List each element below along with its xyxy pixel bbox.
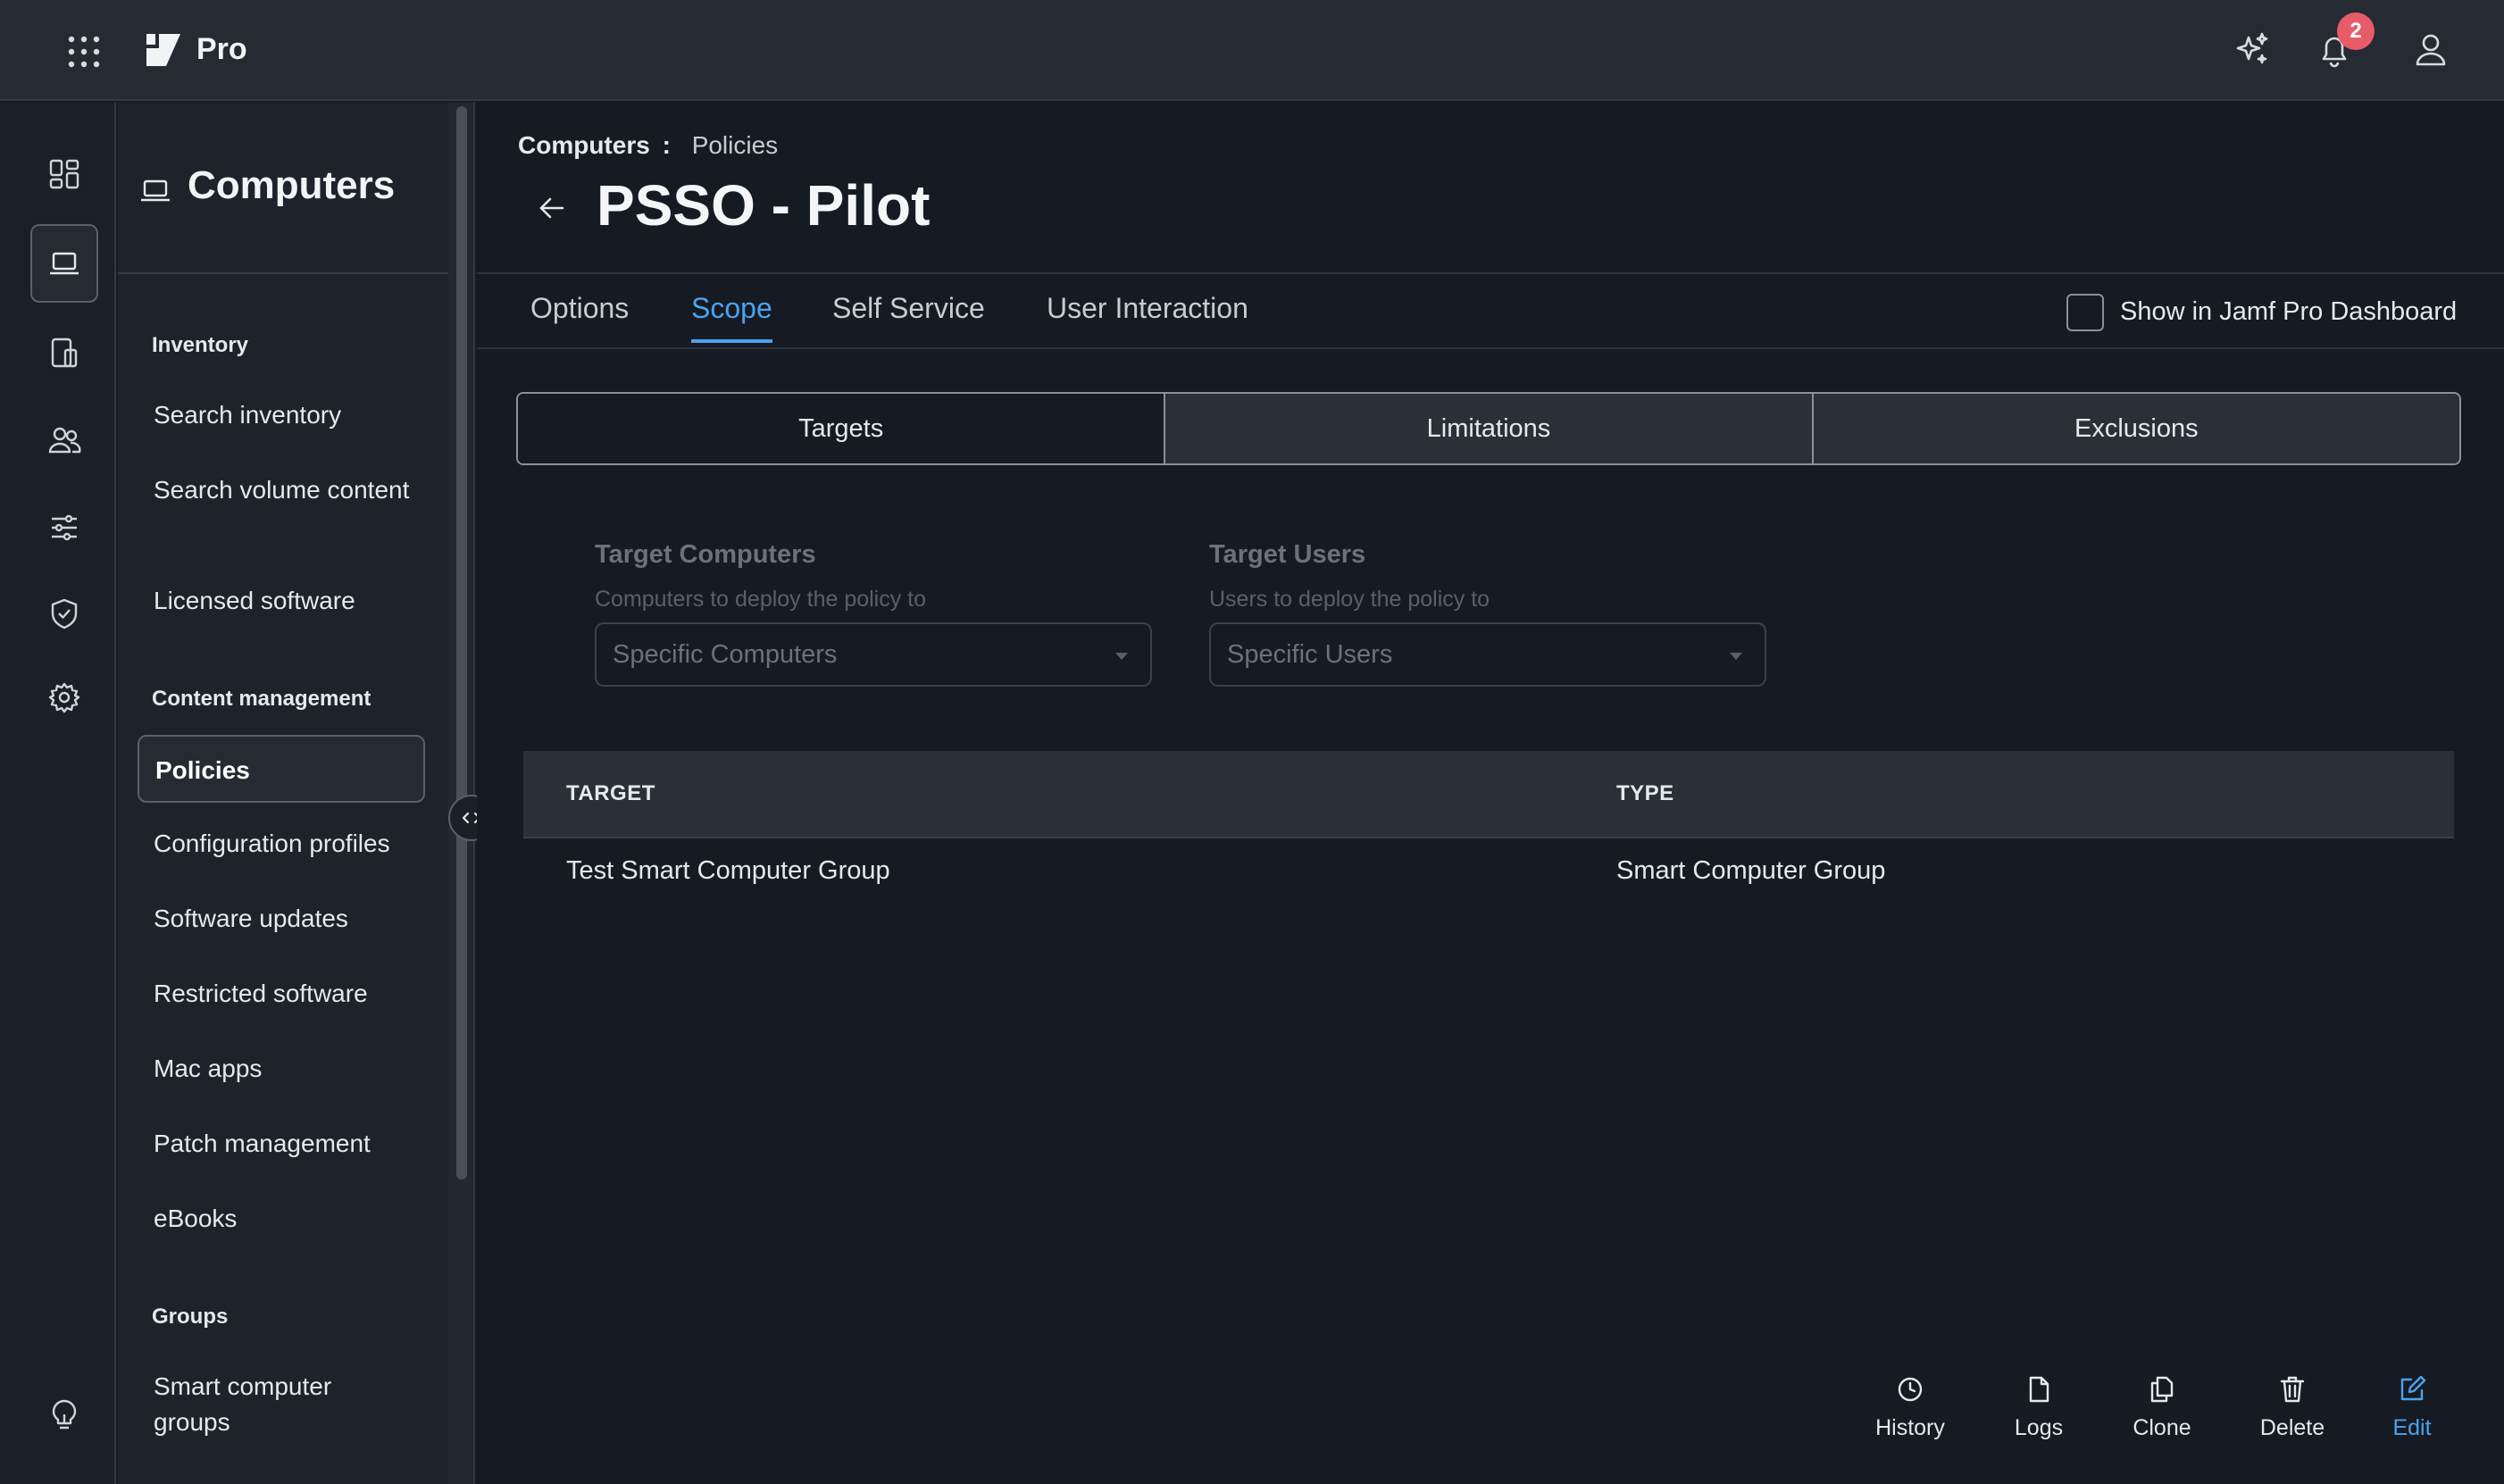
target-users-label: Target Users xyxy=(1209,540,1366,569)
nav-link-patch-management[interactable]: Patch management xyxy=(154,1126,422,1162)
column-header-type[interactable]: TYPE xyxy=(1616,781,1674,806)
rail-settings-sliders[interactable] xyxy=(30,488,98,567)
breadcrumb-current[interactable]: Policies xyxy=(692,131,778,159)
scope-tab-targets[interactable]: Targets xyxy=(518,394,1164,463)
table-header: TARGET TYPE xyxy=(523,751,2454,838)
nav-link-smart-computer-groups[interactable]: Smart computer groups xyxy=(154,1369,359,1440)
column-header-target[interactable]: TARGET xyxy=(566,781,655,806)
target-users-value: Specific Users xyxy=(1227,640,1393,669)
show-in-dashboard-label[interactable]: Show in Jamf Pro Dashboard xyxy=(2120,297,2457,327)
clone-label: Clone xyxy=(2133,1415,2191,1440)
page-title: PSSO - Pilot xyxy=(597,173,931,238)
target-computers-value: Specific Computers xyxy=(613,640,838,669)
rail-tips[interactable] xyxy=(30,1376,98,1455)
section-sidenav: Computers Inventory Search inventory Sea… xyxy=(118,103,448,1484)
gear-icon xyxy=(48,682,80,713)
tab-scope[interactable]: Scope xyxy=(691,292,772,343)
nav-link-licensed-software[interactable]: Licensed software xyxy=(154,583,422,619)
logs-button[interactable]: Logs xyxy=(1981,1374,2097,1441)
target-computers-label: Target Computers xyxy=(595,540,816,569)
cell-target: Test Smart Computer Group xyxy=(566,856,890,885)
breadcrumb-root[interactable]: Computers xyxy=(518,131,650,159)
rail-settings[interactable] xyxy=(30,658,98,737)
back-arrow-icon[interactable] xyxy=(534,190,570,226)
breadcrumb-separator: : xyxy=(662,131,671,159)
sidenav-title: Computers xyxy=(188,163,396,207)
sliders-icon xyxy=(52,514,77,541)
nav-link-ebooks[interactable]: eBooks xyxy=(154,1201,422,1237)
scope-segmented-control: Targets Limitations Exclusions xyxy=(516,392,2461,465)
history-button[interactable]: History xyxy=(1852,1374,1968,1441)
laptop-icon xyxy=(141,179,170,202)
show-in-dashboard-checkbox[interactable] xyxy=(2066,294,2104,331)
devices-icon xyxy=(51,338,78,368)
sidenav-header: Computers xyxy=(118,103,448,274)
edit-pencil-icon xyxy=(2400,1375,2426,1401)
nav-section-content-management: Content management xyxy=(152,687,371,711)
nav-link-configuration-profiles[interactable]: Configuration profiles xyxy=(154,826,422,862)
tab-user-interaction[interactable]: User Interaction xyxy=(1047,292,1248,343)
caret-down-icon xyxy=(1730,653,1742,660)
users-icon xyxy=(48,427,81,454)
clock-icon xyxy=(1898,1377,1923,1402)
edit-button[interactable]: Edit xyxy=(2354,1374,2470,1441)
logs-label: Logs xyxy=(2014,1415,2064,1440)
policy-actions: History Logs Clone Delete Edit xyxy=(477,1374,2504,1472)
target-computers-select[interactable]: Specific Computers xyxy=(595,622,1152,687)
target-users-select[interactable]: Specific Users xyxy=(1209,622,1766,687)
caret-down-icon xyxy=(1115,653,1128,660)
trash-icon xyxy=(2280,1376,2305,1403)
scope-tab-exclusions[interactable]: Exclusions xyxy=(1811,394,2459,463)
rail-users[interactable] xyxy=(30,401,98,479)
top-bar: Pro 2 xyxy=(0,0,2504,101)
copy-icon xyxy=(2150,1376,2174,1403)
user-account-icon[interactable] xyxy=(2411,30,2450,70)
target-computers-help: Computers to deploy the policy to xyxy=(595,587,927,612)
main-content: Computers : Policies PSSO - Pilot Option… xyxy=(477,103,2504,1484)
nav-section-groups: Groups xyxy=(152,1305,229,1329)
jamf-logo-icon[interactable] xyxy=(143,30,184,70)
sparkle-ai-icon[interactable] xyxy=(2233,30,2272,70)
notification-badge: 2 xyxy=(2337,13,2375,50)
scrollbar-thumb[interactable] xyxy=(456,106,467,1180)
scope-targets-table: TARGET TYPE Test Smart Computer Group Sm… xyxy=(523,751,2454,905)
dashboard-icon xyxy=(49,159,79,189)
tab-options[interactable]: Options xyxy=(530,292,629,343)
target-users-help: Users to deploy the policy to xyxy=(1209,587,1490,612)
nav-link-restricted-software[interactable]: Restricted software xyxy=(154,976,422,1012)
history-label: History xyxy=(1875,1415,1945,1440)
rail-dashboard[interactable] xyxy=(30,135,98,213)
lightbulb-icon xyxy=(52,1399,77,1430)
nav-link-search-inventory[interactable]: Search inventory xyxy=(154,397,422,433)
rail-devices[interactable] xyxy=(30,313,98,392)
delete-button[interactable]: Delete xyxy=(2234,1374,2350,1441)
delete-label: Delete xyxy=(2259,1415,2325,1440)
table-row[interactable]: Test Smart Computer Group Smart Computer… xyxy=(523,838,2454,905)
scope-tab-limitations[interactable]: Limitations xyxy=(1164,394,1812,463)
nav-link-policies[interactable]: Policies xyxy=(138,735,425,803)
tab-self-service[interactable]: Self Service xyxy=(832,292,985,343)
cell-type: Smart Computer Group xyxy=(1616,856,1886,885)
nav-link-software-updates[interactable]: Software updates xyxy=(154,901,422,937)
policy-tabs: Options Scope Self Service User Interact… xyxy=(477,272,2504,349)
laptop-icon xyxy=(50,252,79,275)
clone-button[interactable]: Clone xyxy=(2104,1374,2220,1441)
nav-link-mac-apps[interactable]: Mac apps xyxy=(154,1051,422,1087)
product-name: Pro xyxy=(196,32,247,66)
nav-link-search-volume-content[interactable]: Search volume content xyxy=(154,472,422,508)
app-rail xyxy=(0,103,116,1484)
shield-icon xyxy=(51,598,78,629)
document-icon xyxy=(2029,1376,2049,1403)
sidenav-scrollbar[interactable] xyxy=(448,103,475,1484)
edit-label: Edit xyxy=(2392,1415,2432,1440)
breadcrumb: Computers : Policies xyxy=(518,131,778,160)
app-grid-icon[interactable] xyxy=(66,34,102,70)
nav-section-inventory: Inventory xyxy=(152,333,249,357)
rail-computers[interactable] xyxy=(30,224,98,303)
rail-security[interactable] xyxy=(30,574,98,653)
